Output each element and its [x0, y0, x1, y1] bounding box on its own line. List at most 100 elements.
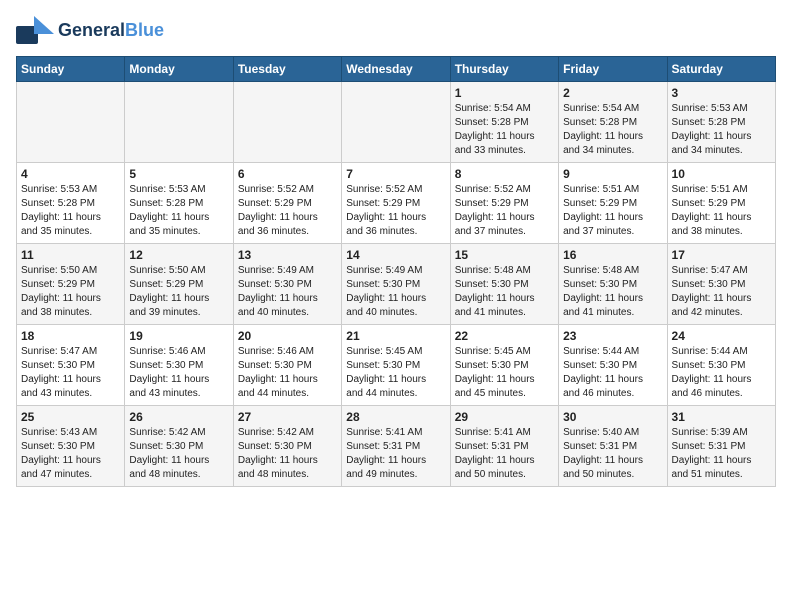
day-number: 3 — [672, 86, 771, 100]
calendar-cell: 8 Sunrise: 5:52 AM Sunset: 5:29 PM Daylig… — [450, 163, 558, 244]
day-info: Sunrise: 5:52 AM Sunset: 5:29 PM Dayligh… — [346, 183, 445, 239]
weekday-header-tuesday: Tuesday — [233, 57, 341, 82]
day-number: 21 — [346, 329, 445, 343]
day-info: Sunrise: 5:54 AM Sunset: 5:28 PM Dayligh… — [563, 102, 662, 158]
day-info: Sunrise: 5:41 AM Sunset: 5:31 PM Dayligh… — [346, 426, 445, 482]
day-number: 29 — [455, 410, 554, 424]
day-number: 5 — [129, 167, 228, 181]
day-number: 10 — [672, 167, 771, 181]
calendar-cell: 20Sunrise: 5:46 AM Sunset: 5:30 PM Dayli… — [233, 325, 341, 406]
day-number: 11 — [21, 248, 120, 262]
day-number: 2 — [563, 86, 662, 100]
week-row-1: 1 Sunrise: 5:54 AM Sunset: 5:28 PM Daylig… — [17, 82, 776, 163]
day-number: 18 — [21, 329, 120, 343]
weekday-header-row: SundayMondayTuesdayWednesdayThursdayFrid… — [17, 57, 776, 82]
calendar-cell: 15Sunrise: 5:48 AM Sunset: 5:30 PM Dayli… — [450, 244, 558, 325]
day-number: 7 — [346, 167, 445, 181]
logo-icon — [16, 16, 54, 46]
week-row-3: 11 Sunrise: 5:50 AM Sunset: 5:29 PM Dayli… — [17, 244, 776, 325]
weekday-header-monday: Monday — [125, 57, 233, 82]
day-info: Sunrise: 5:42 AM Sunset: 5:30 PM Dayligh… — [238, 426, 337, 482]
day-number: 9 — [563, 167, 662, 181]
day-info: Sunrise: 5:47 AM Sunset: 5:30 PM Dayligh… — [21, 345, 120, 401]
day-info: Sunrise: 5:40 AM Sunset: 5:31 PM Dayligh… — [563, 426, 662, 482]
day-info: Sunrise: 5:47 AM Sunset: 5:30 PM Dayligh… — [672, 264, 771, 320]
weekday-header-saturday: Saturday — [667, 57, 775, 82]
day-info: Sunrise: 5:50 AM Sunset: 5:29 PM Dayligh… — [129, 264, 228, 320]
calendar-cell — [17, 82, 125, 163]
logo-name: GeneralBlue — [58, 21, 164, 41]
calendar-cell — [233, 82, 341, 163]
day-info: Sunrise: 5:43 AM Sunset: 5:30 PM Dayligh… — [21, 426, 120, 482]
day-info: Sunrise: 5:48 AM Sunset: 5:30 PM Dayligh… — [563, 264, 662, 320]
day-info: Sunrise: 5:44 AM Sunset: 5:30 PM Dayligh… — [672, 345, 771, 401]
calendar-cell: 5 Sunrise: 5:53 AM Sunset: 5:28 PM Daylig… — [125, 163, 233, 244]
page-header: GeneralBlue — [16, 16, 776, 46]
day-info: Sunrise: 5:50 AM Sunset: 5:29 PM Dayligh… — [21, 264, 120, 320]
logo: GeneralBlue — [16, 16, 164, 46]
day-number: 31 — [672, 410, 771, 424]
calendar-table: SundayMondayTuesdayWednesdayThursdayFrid… — [16, 56, 776, 487]
week-row-4: 18 Sunrise: 5:47 AM Sunset: 5:30 PM Dayli… — [17, 325, 776, 406]
day-number: 1 — [455, 86, 554, 100]
calendar-cell — [125, 82, 233, 163]
calendar-cell: 18 Sunrise: 5:47 AM Sunset: 5:30 PM Dayli… — [17, 325, 125, 406]
weekday-header-sunday: Sunday — [17, 57, 125, 82]
calendar-cell: 7 Sunrise: 5:52 AM Sunset: 5:29 PM Daylig… — [342, 163, 450, 244]
day-info: Sunrise: 5:49 AM Sunset: 5:30 PM Dayligh… — [346, 264, 445, 320]
calendar-cell: 24 Sunrise: 5:44 AM Sunset: 5:30 PM Dayli… — [667, 325, 775, 406]
day-info: Sunrise: 5:45 AM Sunset: 5:30 PM Dayligh… — [346, 345, 445, 401]
calendar-cell: 25 Sunrise: 5:43 AM Sunset: 5:30 PM Dayli… — [17, 406, 125, 487]
day-number: 19 — [129, 329, 228, 343]
calendar-cell: 14Sunrise: 5:49 AM Sunset: 5:30 PM Dayli… — [342, 244, 450, 325]
day-info: Sunrise: 5:49 AM Sunset: 5:30 PM Dayligh… — [238, 264, 337, 320]
day-info: Sunrise: 5:42 AM Sunset: 5:30 PM Dayligh… — [129, 426, 228, 482]
day-info: Sunrise: 5:53 AM Sunset: 5:28 PM Dayligh… — [21, 183, 120, 239]
day-number: 26 — [129, 410, 228, 424]
calendar-cell: 1 Sunrise: 5:54 AM Sunset: 5:28 PM Daylig… — [450, 82, 558, 163]
day-info: Sunrise: 5:53 AM Sunset: 5:28 PM Dayligh… — [129, 183, 228, 239]
weekday-header-thursday: Thursday — [450, 57, 558, 82]
calendar-cell: 10 Sunrise: 5:51 AM Sunset: 5:29 PM Dayli… — [667, 163, 775, 244]
calendar-cell: 22 Sunrise: 5:45 AM Sunset: 5:30 PM Dayli… — [450, 325, 558, 406]
day-info: Sunrise: 5:52 AM Sunset: 5:29 PM Dayligh… — [238, 183, 337, 239]
calendar-cell: 29Sunrise: 5:41 AM Sunset: 5:31 PM Dayli… — [450, 406, 558, 487]
day-number: 28 — [346, 410, 445, 424]
calendar-cell: 11 Sunrise: 5:50 AM Sunset: 5:29 PM Dayli… — [17, 244, 125, 325]
day-number: 24 — [672, 329, 771, 343]
day-info: Sunrise: 5:46 AM Sunset: 5:30 PM Dayligh… — [238, 345, 337, 401]
calendar-cell: 6 Sunrise: 5:52 AM Sunset: 5:29 PM Daylig… — [233, 163, 341, 244]
calendar-cell: 2 Sunrise: 5:54 AM Sunset: 5:28 PM Daylig… — [559, 82, 667, 163]
calendar-cell: 27 Sunrise: 5:42 AM Sunset: 5:30 PM Dayli… — [233, 406, 341, 487]
calendar-cell — [342, 82, 450, 163]
day-number: 22 — [455, 329, 554, 343]
calendar-cell: 26 Sunrise: 5:42 AM Sunset: 5:30 PM Dayli… — [125, 406, 233, 487]
day-number: 30 — [563, 410, 662, 424]
week-row-2: 4 Sunrise: 5:53 AM Sunset: 5:28 PM Daylig… — [17, 163, 776, 244]
day-info: Sunrise: 5:51 AM Sunset: 5:29 PM Dayligh… — [563, 183, 662, 239]
day-info: Sunrise: 5:52 AM Sunset: 5:29 PM Dayligh… — [455, 183, 554, 239]
calendar-cell: 17Sunrise: 5:47 AM Sunset: 5:30 PM Dayli… — [667, 244, 775, 325]
calendar-cell: 12 Sunrise: 5:50 AM Sunset: 5:29 PM Dayli… — [125, 244, 233, 325]
day-info: Sunrise: 5:54 AM Sunset: 5:28 PM Dayligh… — [455, 102, 554, 158]
calendar-cell: 16 Sunrise: 5:48 AM Sunset: 5:30 PM Dayli… — [559, 244, 667, 325]
calendar-cell: 23Sunrise: 5:44 AM Sunset: 5:30 PM Dayli… — [559, 325, 667, 406]
day-number: 13 — [238, 248, 337, 262]
calendar-cell: 19Sunrise: 5:46 AM Sunset: 5:30 PM Dayli… — [125, 325, 233, 406]
day-number: 25 — [21, 410, 120, 424]
calendar-cell: 28 Sunrise: 5:41 AM Sunset: 5:31 PM Dayli… — [342, 406, 450, 487]
day-info: Sunrise: 5:39 AM Sunset: 5:31 PM Dayligh… — [672, 426, 771, 482]
day-number: 8 — [455, 167, 554, 181]
day-info: Sunrise: 5:45 AM Sunset: 5:30 PM Dayligh… — [455, 345, 554, 401]
day-number: 12 — [129, 248, 228, 262]
day-number: 6 — [238, 167, 337, 181]
calendar-cell: 4 Sunrise: 5:53 AM Sunset: 5:28 PM Daylig… — [17, 163, 125, 244]
day-number: 4 — [21, 167, 120, 181]
calendar-cell: 21 Sunrise: 5:45 AM Sunset: 5:30 PM Dayli… — [342, 325, 450, 406]
day-number: 27 — [238, 410, 337, 424]
calendar-cell: 9 Sunrise: 5:51 AM Sunset: 5:29 PM Daylig… — [559, 163, 667, 244]
calendar-cell: 30 Sunrise: 5:40 AM Sunset: 5:31 PM Dayli… — [559, 406, 667, 487]
day-number: 16 — [563, 248, 662, 262]
day-info: Sunrise: 5:51 AM Sunset: 5:29 PM Dayligh… — [672, 183, 771, 239]
weekday-header-wednesday: Wednesday — [342, 57, 450, 82]
